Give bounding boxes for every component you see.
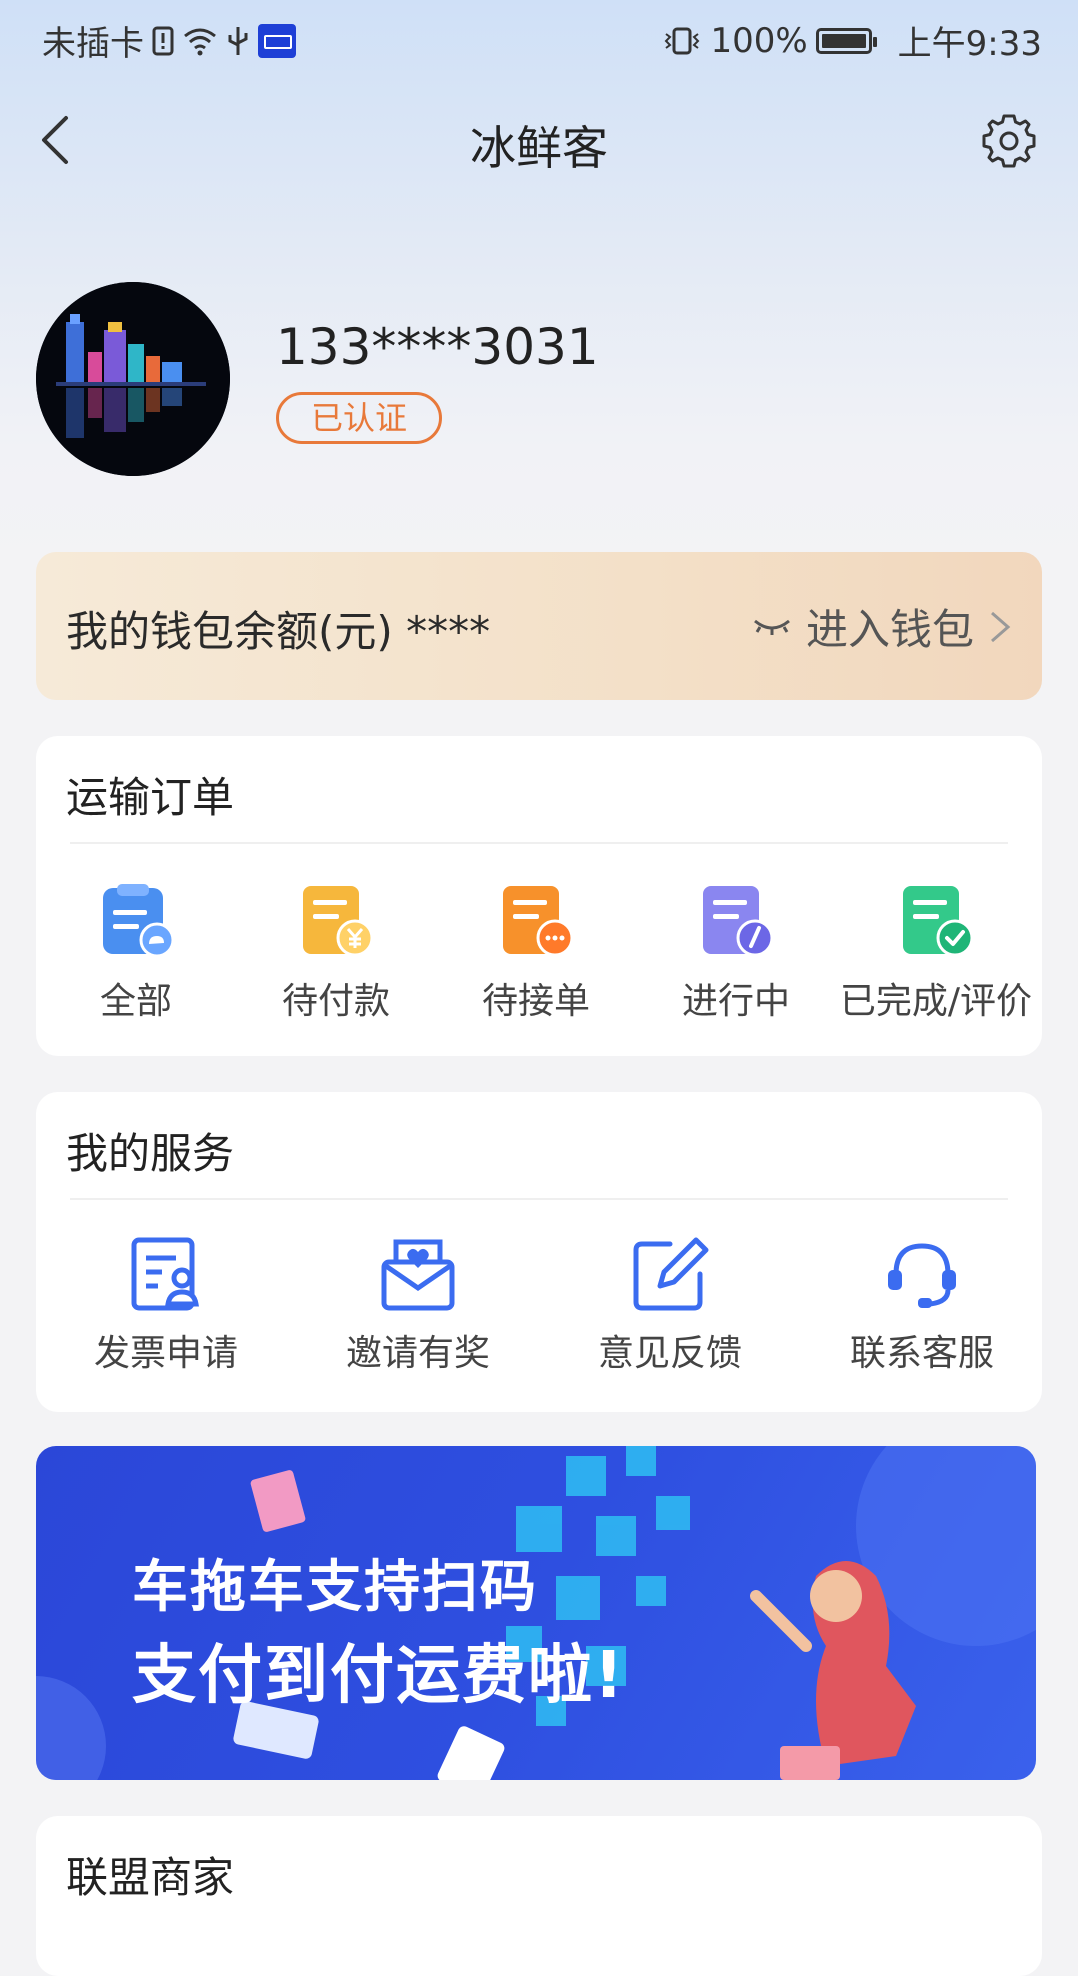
invite-reward-label: 邀请有奖: [345, 1333, 490, 1374]
feedback-button[interactable]: 意见反馈: [560, 1234, 780, 1376]
user-phone: 133****3031: [276, 318, 599, 376]
page-title: 冰鲜客: [470, 121, 608, 175]
transport-orders-card: 运输订单 全部 待付款 待接单 进行中 已完成/评价: [36, 736, 1042, 1056]
invoice-request-label: 发票申请: [93, 1333, 238, 1374]
battery-icon: [815, 27, 877, 54]
clipboard-cloud-icon: [103, 884, 175, 958]
invoice-icon: [131, 1237, 199, 1311]
customer-service-label: 联系客服: [849, 1333, 994, 1374]
eye-closed-icon[interactable]: [752, 613, 792, 641]
order-in-progress-button[interactable]: 进行中: [636, 882, 836, 1024]
document-progress-icon: [703, 886, 774, 957]
header-background: [0, 0, 1078, 560]
battery-percent: 100%: [710, 20, 808, 61]
document-check-icon: [903, 886, 974, 957]
banner-headline-1: 车拖车支持扫码: [132, 1555, 538, 1620]
sim-alert-icon: [152, 26, 174, 55]
vibrate-icon: [665, 27, 700, 54]
enter-wallet-link[interactable]: 进入钱包: [752, 596, 1012, 657]
avatar-night-city-image: [36, 282, 230, 476]
divider: [70, 842, 1008, 844]
document-pending-icon: [503, 886, 574, 957]
invite-mail-heart-icon: [381, 1239, 455, 1311]
promo-banner[interactable]: 车拖车支持扫码 支付到付运费啦!: [36, 1446, 1036, 1780]
order-all-label: 全部: [99, 981, 172, 1022]
my-services-card: 我的服务 发票申请 邀请有奖 意见反馈 联系客服: [36, 1092, 1042, 1412]
gear-icon[interactable]: [980, 112, 1038, 170]
wallet-banner[interactable]: 我的钱包余额(元) **** 进入钱包: [36, 552, 1042, 700]
order-awaiting-acceptance-button[interactable]: 待接单: [436, 882, 636, 1024]
customer-service-button[interactable]: 联系客服: [812, 1234, 1032, 1376]
enter-wallet-label: 进入钱包: [805, 605, 974, 654]
alliance-merchants-title: 联盟商家: [66, 1853, 235, 1902]
verified-badge: 已认证: [276, 392, 442, 444]
app-notification-icon: [258, 23, 296, 58]
wifi-icon: [184, 28, 216, 55]
invoice-request-button[interactable]: 发票申请: [56, 1234, 276, 1376]
order-all-button[interactable]: 全部: [36, 882, 236, 1024]
usb-icon: [228, 26, 248, 55]
headset-icon: [888, 1243, 956, 1308]
app-header: 冰鲜客: [0, 90, 1078, 190]
chevron-right-icon: [991, 611, 1011, 642]
feedback-edit-icon: [633, 1237, 709, 1311]
receipt-yen-icon: [303, 886, 374, 957]
order-pending-payment-label: 待付款: [281, 981, 390, 1022]
avatar[interactable]: [36, 282, 230, 476]
my-services-title: 我的服务: [66, 1129, 235, 1178]
invite-reward-button[interactable]: 邀请有奖: [308, 1234, 528, 1376]
wallet-balance-label: 我的钱包余额(元) ****: [66, 607, 491, 656]
order-awaiting-acceptance-label: 待接单: [481, 981, 590, 1022]
order-completed-label: 已完成/评价: [839, 981, 1033, 1022]
carrier-text: 未插卡: [42, 24, 144, 64]
alliance-merchants-card: 联盟商家: [36, 1816, 1042, 1976]
divider: [70, 1198, 1008, 1200]
order-in-progress-label: 进行中: [681, 981, 790, 1022]
transport-orders-title: 运输订单: [66, 773, 235, 822]
feedback-label: 意见反馈: [597, 1333, 742, 1374]
order-completed-button[interactable]: 已完成/评价: [836, 882, 1036, 1024]
status-bar: 未插卡 100% 上午9:33: [0, 0, 1078, 74]
order-pending-payment-button[interactable]: 待付款: [236, 882, 436, 1024]
banner-headline-2: 支付到付运费啦!: [132, 1639, 626, 1713]
clock: 上午9:33: [897, 24, 1042, 64]
